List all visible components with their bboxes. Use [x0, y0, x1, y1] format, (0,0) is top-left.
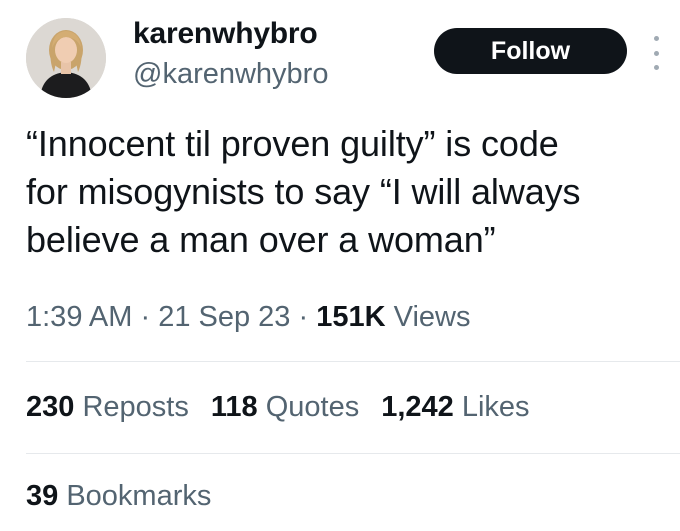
views-label: Views	[393, 301, 471, 333]
more-dot	[653, 36, 659, 41]
reposts-label: Reposts	[82, 391, 189, 423]
views-count: 151K	[316, 301, 386, 333]
more-vertical-icon[interactable]	[648, 36, 664, 70]
tweet-date[interactable]: 21 Sep 23	[158, 301, 290, 333]
more-dot	[653, 50, 659, 56]
quotes-count: 118	[210, 391, 258, 423]
more-dot	[653, 65, 659, 70]
quotes-label: Quotes	[265, 391, 360, 423]
engagement-stats: 230 Reposts 118 Quotes 1,242 Likes	[26, 387, 552, 427]
tweet-header: karenwhybro @karenwhybro Follow	[0, 0, 680, 110]
follow-button[interactable]: Follow	[434, 28, 627, 74]
handle[interactable]: @karenwhybro	[133, 56, 328, 92]
divider	[26, 453, 680, 454]
reposts-count: 230	[26, 391, 75, 423]
divider	[26, 361, 680, 362]
profile-photo-icon	[26, 18, 106, 98]
author-names: karenwhybro @karenwhybro	[133, 16, 328, 92]
tweet-time[interactable]: 1:39 AM	[26, 301, 132, 333]
tweet-meta: 1:39 AM · 21 Sep 23 · 151K Views	[26, 297, 470, 337]
likes-label: Likes	[461, 391, 530, 423]
bookmarks-stat[interactable]: 39 Bookmarks	[26, 476, 211, 516]
likes-stat[interactable]: 1,242 Likes	[381, 387, 529, 427]
quotes-stat[interactable]: 118 Quotes	[211, 387, 359, 427]
display-name[interactable]: karenwhybro	[133, 16, 328, 52]
avatar[interactable]	[26, 18, 106, 98]
bookmarks-label: Bookmarks	[66, 480, 212, 512]
meta-separator: ·	[140, 301, 151, 333]
meta-separator: ·	[298, 301, 309, 333]
tweet-text: “Innocent til proven guilty” is code for…	[26, 123, 581, 260]
likes-count: 1,242	[381, 391, 454, 423]
reposts-stat[interactable]: 230 Reposts	[26, 387, 189, 427]
bookmarks-count: 39	[26, 480, 59, 512]
